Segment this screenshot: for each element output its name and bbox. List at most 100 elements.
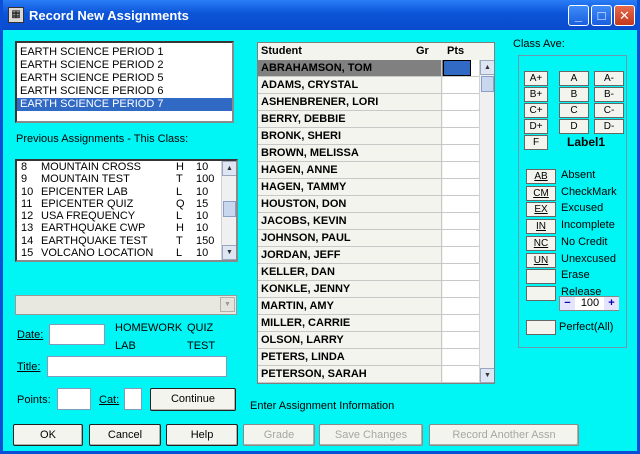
points-cell[interactable] — [443, 94, 480, 110]
points-cell[interactable] — [443, 213, 480, 229]
student-grid[interactable]: Student Gr Pts ABRAHAMSON, TOM ADAMS, CRY… — [257, 42, 495, 384]
class-list-item[interactable]: EARTH SCIENCE PERIOD 5 — [17, 72, 232, 85]
student-column-header[interactable]: Student — [261, 45, 302, 57]
scroll-up-icon[interactable]: ▲ — [480, 60, 494, 75]
student-row[interactable]: JORDAN, JEFF — [258, 247, 483, 264]
class-list-item[interactable]: EARTH SCIENCE PERIOD 1 — [17, 46, 232, 59]
code-button-in[interactable]: IN — [526, 219, 556, 235]
scroll-down-icon[interactable]: ▼ — [222, 245, 236, 260]
category-homework[interactable]: HOMEWORK — [115, 322, 182, 334]
help-button[interactable]: Help — [166, 424, 238, 446]
category-quiz[interactable]: QUIZ — [187, 322, 213, 334]
points-cell[interactable] — [443, 162, 480, 178]
points-cell[interactable] — [443, 281, 480, 297]
student-row[interactable]: HAGEN, ANNE — [258, 162, 483, 179]
student-row[interactable]: ADAMS, CRYSTAL — [258, 77, 483, 94]
date-input[interactable] — [49, 324, 105, 345]
previous-assignments-list[interactable]: 8 MOUNTAIN CROSS H 10 9 MOUNTAIN TEST T 100 10 EP… — [15, 159, 238, 262]
class-list-item[interactable]: EARTH SCIENCE PERIOD 7 — [17, 98, 232, 111]
points-input[interactable] — [57, 388, 91, 410]
points-stepper[interactable]: − 100 + — [559, 296, 619, 311]
grade-button-cminus[interactable]: C- — [594, 103, 624, 118]
points-cell[interactable] — [443, 60, 471, 76]
code-button-un[interactable]: UN — [526, 252, 556, 268]
grade-button-b[interactable]: B — [559, 87, 589, 102]
assignments-scrollbar[interactable]: ▲ ▼ — [221, 161, 236, 260]
maximize-button[interactable]: □ — [591, 5, 612, 26]
grade-button-cplus[interactable]: C+ — [524, 103, 548, 118]
code-button-erase[interactable] — [526, 269, 556, 285]
grade-button-a[interactable]: A — [559, 71, 589, 86]
student-row[interactable]: KELLER, DAN — [258, 264, 483, 281]
grade-button-bminus[interactable]: B- — [594, 87, 624, 102]
code-button-ex[interactable]: EX — [526, 202, 556, 218]
student-row[interactable]: BRONK, SHERI — [258, 128, 483, 145]
pts-column-header[interactable]: Pts — [447, 45, 464, 57]
title-bar[interactable]: ▦ Record New Assignments _ □ ✕ — [3, 0, 637, 30]
scroll-thumb[interactable] — [481, 76, 494, 92]
category-lab[interactable]: LAB — [115, 340, 136, 352]
assignment-row[interactable]: 9 MOUNTAIN TEST T 100 — [17, 174, 222, 186]
scroll-thumb[interactable] — [223, 201, 236, 217]
points-cell[interactable] — [443, 247, 480, 263]
scroll-up-icon[interactable]: ▲ — [222, 161, 236, 176]
points-cell[interactable] — [443, 315, 480, 331]
grid-scrollbar[interactable]: ▲ ▼ — [479, 60, 494, 383]
student-row[interactable]: ABRAHAMSON, TOM — [258, 60, 483, 77]
points-cell[interactable] — [443, 77, 480, 93]
minimize-button[interactable]: _ — [568, 5, 589, 26]
grade-button-c[interactable]: C — [559, 103, 589, 118]
points-cell[interactable] — [443, 366, 480, 382]
student-row[interactable]: BERRY, DEBBIE — [258, 111, 483, 128]
points-cell[interactable] — [443, 349, 480, 365]
cancel-button[interactable]: Cancel — [89, 424, 161, 446]
gr-column-header[interactable]: Gr — [416, 45, 429, 57]
code-button-ab[interactable]: AB — [526, 169, 556, 184]
grade-button-d[interactable]: D — [559, 119, 589, 134]
points-cell[interactable] — [443, 264, 480, 280]
student-row[interactable]: PETERS, LINDA — [258, 349, 483, 366]
cat-input[interactable] — [124, 388, 142, 410]
continue-button[interactable]: Continue — [150, 388, 236, 411]
student-row[interactable]: PETERSON, SARAH — [258, 366, 483, 383]
student-row[interactable]: OLSON, LARRY — [258, 332, 483, 349]
grade-button-f[interactable]: F — [524, 135, 548, 150]
points-cell[interactable] — [443, 145, 480, 161]
class-list[interactable]: EARTH SCIENCE PERIOD 1 EARTH SCIENCE PERI… — [15, 41, 234, 123]
student-row[interactable]: HOUSTON, DON — [258, 196, 483, 213]
code-button-cm[interactable]: CM — [526, 185, 556, 201]
ok-button[interactable]: OK — [13, 424, 83, 446]
stepper-value[interactable]: 100 — [576, 297, 604, 310]
points-cell[interactable] — [443, 332, 480, 348]
close-button[interactable]: ✕ — [614, 5, 635, 26]
assignment-row[interactable]: 13 EARTHQUAKE CWP H 10 — [17, 223, 222, 235]
class-list-item[interactable]: EARTH SCIENCE PERIOD 6 — [17, 85, 232, 98]
points-cell[interactable] — [443, 196, 480, 212]
points-cell[interactable] — [443, 179, 480, 195]
title-input[interactable] — [47, 356, 227, 377]
student-row[interactable]: JACOBS, KEVIN — [258, 213, 483, 230]
grade-button-aminus[interactable]: A- — [594, 71, 624, 86]
grade-button-dplus[interactable]: D+ — [524, 119, 548, 134]
code-button-release[interactable] — [526, 285, 556, 301]
category-test[interactable]: TEST — [187, 340, 215, 352]
student-row[interactable]: ASHENBRENER, LORI — [258, 94, 483, 111]
points-cell[interactable] — [443, 298, 480, 314]
minus-button[interactable]: − — [560, 297, 575, 310]
student-row[interactable]: HAGEN, TAMMY — [258, 179, 483, 196]
points-cell[interactable] — [443, 230, 480, 246]
student-row[interactable]: KONKLE, JENNY — [258, 281, 483, 298]
plus-button[interactable]: + — [604, 297, 619, 310]
assignment-row[interactable]: 15 VOLCANO LOCATION L 10 — [17, 247, 222, 260]
scroll-down-icon[interactable]: ▼ — [480, 368, 494, 383]
student-row[interactable]: JOHNSON, PAUL — [258, 230, 483, 247]
student-row[interactable]: MILLER, CARRIE — [258, 315, 483, 332]
grade-button-bplus[interactable]: B+ — [524, 87, 548, 102]
grade-button-dminus[interactable]: D- — [594, 119, 624, 134]
points-cell[interactable] — [443, 111, 480, 127]
points-cell[interactable] — [443, 128, 480, 144]
app-form-icon[interactable]: ▦ — [8, 7, 24, 23]
student-row[interactable]: BROWN, MELISSA — [258, 145, 483, 162]
chevron-down-icon[interactable]: ▼ — [220, 297, 235, 312]
code-button-nc[interactable]: NC — [526, 235, 556, 251]
